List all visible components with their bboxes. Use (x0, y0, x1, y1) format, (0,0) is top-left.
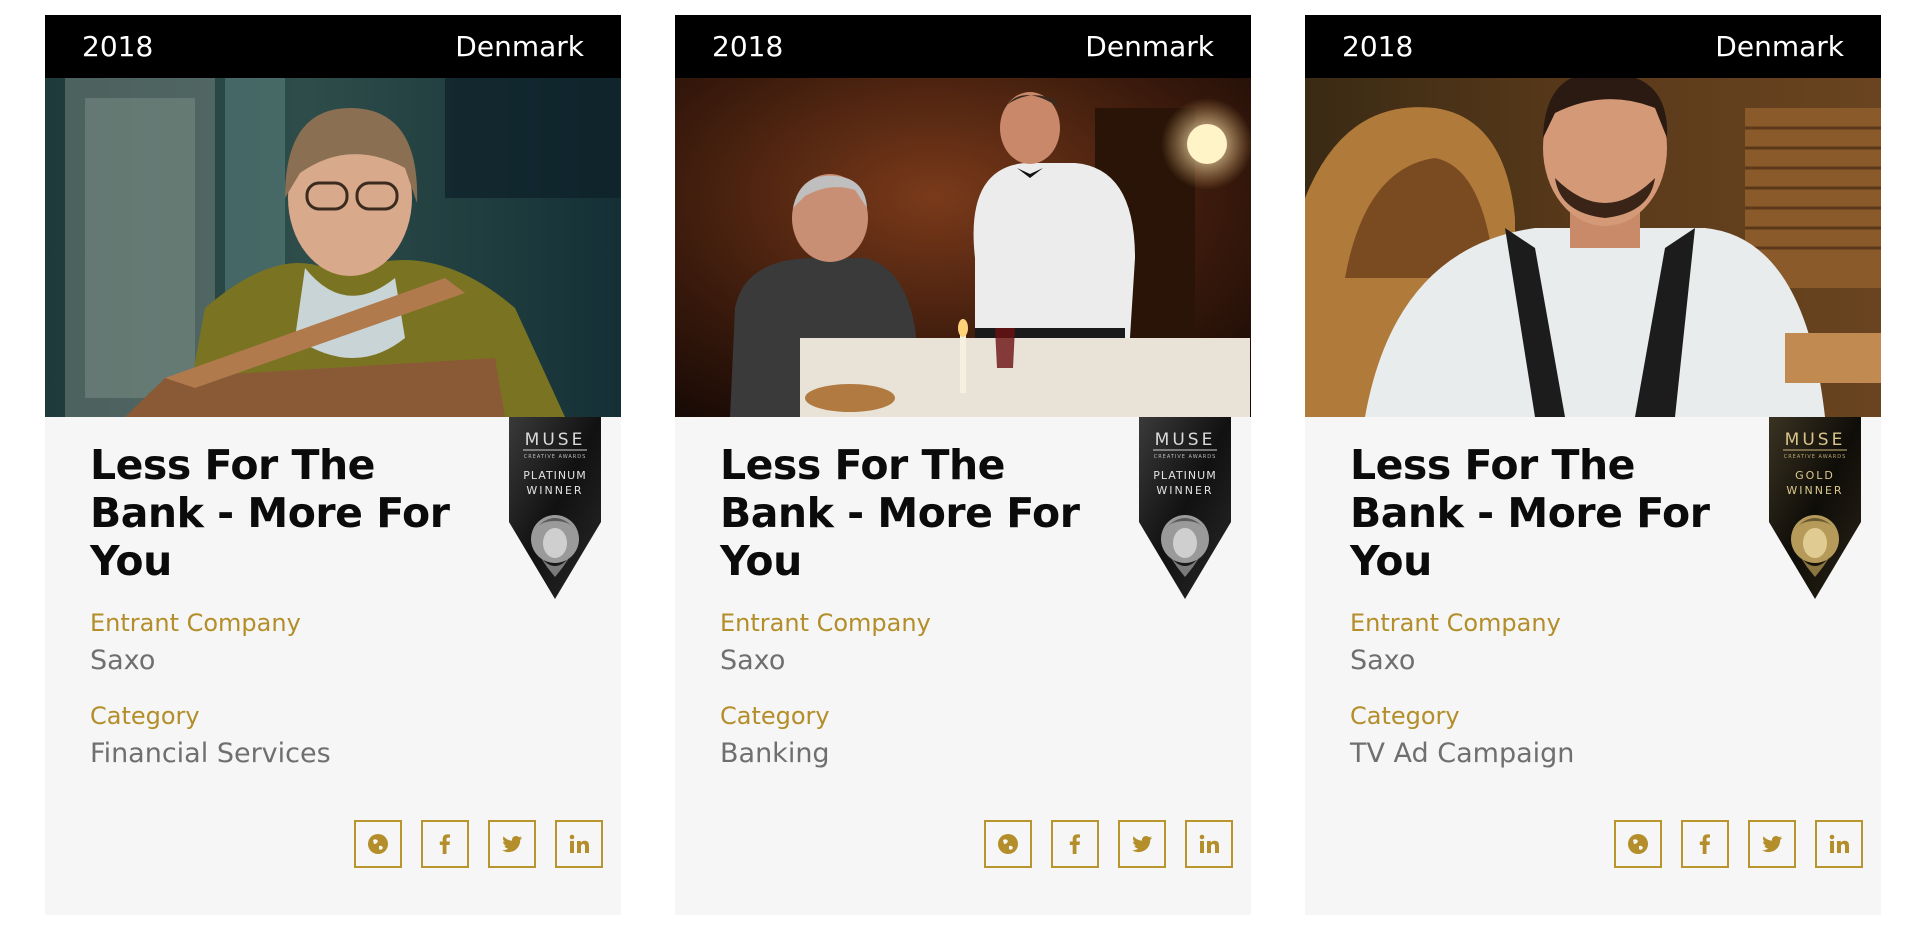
badge-brand: MUSE (1155, 430, 1216, 450)
linkedin-icon (1199, 834, 1219, 853)
entrant-value: Saxo (1350, 645, 1416, 676)
globe-button[interactable] (354, 820, 402, 868)
category-value: Financial Services (90, 738, 331, 769)
card-year: 2018 (1342, 30, 1414, 63)
linkedin-icon (1829, 834, 1849, 853)
card-image-woman-with-pizza[interactable] (45, 78, 621, 417)
badge-brand: MUSE (1785, 430, 1846, 450)
twitter-icon (1132, 835, 1153, 853)
share-buttons (984, 820, 1233, 868)
facebook-icon (1699, 834, 1710, 854)
category-value: TV Ad Campaign (1350, 738, 1575, 769)
award-card[interactable]: 2018 Denmark Less For The Bank - More Fo… (45, 15, 621, 915)
awards-card-grid: 2018 Denmark Less For The Bank - More Fo… (0, 0, 1920, 945)
badge-level: PLATINUM (523, 469, 586, 482)
card-title[interactable]: Less For The Bank - More For You (720, 441, 1100, 585)
entrant-value: Saxo (720, 645, 786, 676)
award-card[interactable]: 2018 Denmark Less For The Bank - More Fo… (1305, 15, 1881, 915)
badge-status: WINNER (1156, 484, 1213, 497)
facebook-icon (439, 834, 450, 854)
muse-gold-winner-badge: MUSE CREATIVE AWARDS GOLD WINNER (1769, 417, 1861, 599)
globe-icon (1628, 834, 1648, 854)
category-label: Category (90, 702, 200, 730)
card-year: 2018 (82, 30, 154, 63)
twitter-button[interactable] (488, 820, 536, 868)
badge-sub: CREATIVE AWARDS (1154, 454, 1217, 460)
badge-sub: CREATIVE AWARDS (524, 454, 587, 460)
globe-icon (998, 834, 1018, 854)
card-title[interactable]: Less For The Bank - More For You (1350, 441, 1730, 585)
facebook-icon (1069, 834, 1080, 854)
entrant-label: Entrant Company (1350, 609, 1561, 637)
badge-status: WINNER (1786, 484, 1843, 497)
muse-platinum-winner-badge: MUSE CREATIVE AWARDS PLATINUM WINNER (509, 417, 601, 599)
card-country: Denmark (455, 30, 584, 63)
card-country: Denmark (1085, 30, 1214, 63)
twitter-button[interactable] (1118, 820, 1166, 868)
facebook-button[interactable] (1681, 820, 1729, 868)
card-header: 2018 Denmark (1305, 15, 1881, 78)
card-header: 2018 Denmark (675, 15, 1251, 78)
globe-button[interactable] (1614, 820, 1662, 868)
category-label: Category (1350, 702, 1460, 730)
badge-level: GOLD (1795, 469, 1835, 482)
card-country: Denmark (1715, 30, 1844, 63)
badge-level: PLATINUM (1153, 469, 1216, 482)
award-card[interactable]: 2018 Denmark Less For The Bank - More Fo… (675, 15, 1251, 915)
category-label: Category (720, 702, 830, 730)
globe-icon (368, 834, 388, 854)
badge-brand: MUSE (525, 430, 586, 450)
linkedin-button[interactable] (1815, 820, 1863, 868)
category-value: Banking (720, 738, 830, 769)
entrant-label: Entrant Company (720, 609, 931, 637)
facebook-button[interactable] (421, 820, 469, 868)
card-header: 2018 Denmark (45, 15, 621, 78)
card-year: 2018 (712, 30, 784, 63)
share-buttons (1614, 820, 1863, 868)
linkedin-icon (569, 834, 589, 853)
card-image-restaurant-waiter[interactable] (675, 78, 1251, 417)
facebook-button[interactable] (1051, 820, 1099, 868)
card-image-pizza-chef[interactable] (1305, 78, 1881, 417)
twitter-icon (502, 835, 523, 853)
globe-button[interactable] (984, 820, 1032, 868)
share-buttons (354, 820, 603, 868)
muse-platinum-winner-badge: MUSE CREATIVE AWARDS PLATINUM WINNER (1139, 417, 1231, 599)
badge-sub: CREATIVE AWARDS (1784, 454, 1847, 460)
entrant-label: Entrant Company (90, 609, 301, 637)
linkedin-button[interactable] (1185, 820, 1233, 868)
twitter-button[interactable] (1748, 820, 1796, 868)
badge-status: WINNER (526, 484, 583, 497)
linkedin-button[interactable] (555, 820, 603, 868)
twitter-icon (1762, 835, 1783, 853)
card-title[interactable]: Less For The Bank - More For You (90, 441, 470, 585)
entrant-value: Saxo (90, 645, 156, 676)
